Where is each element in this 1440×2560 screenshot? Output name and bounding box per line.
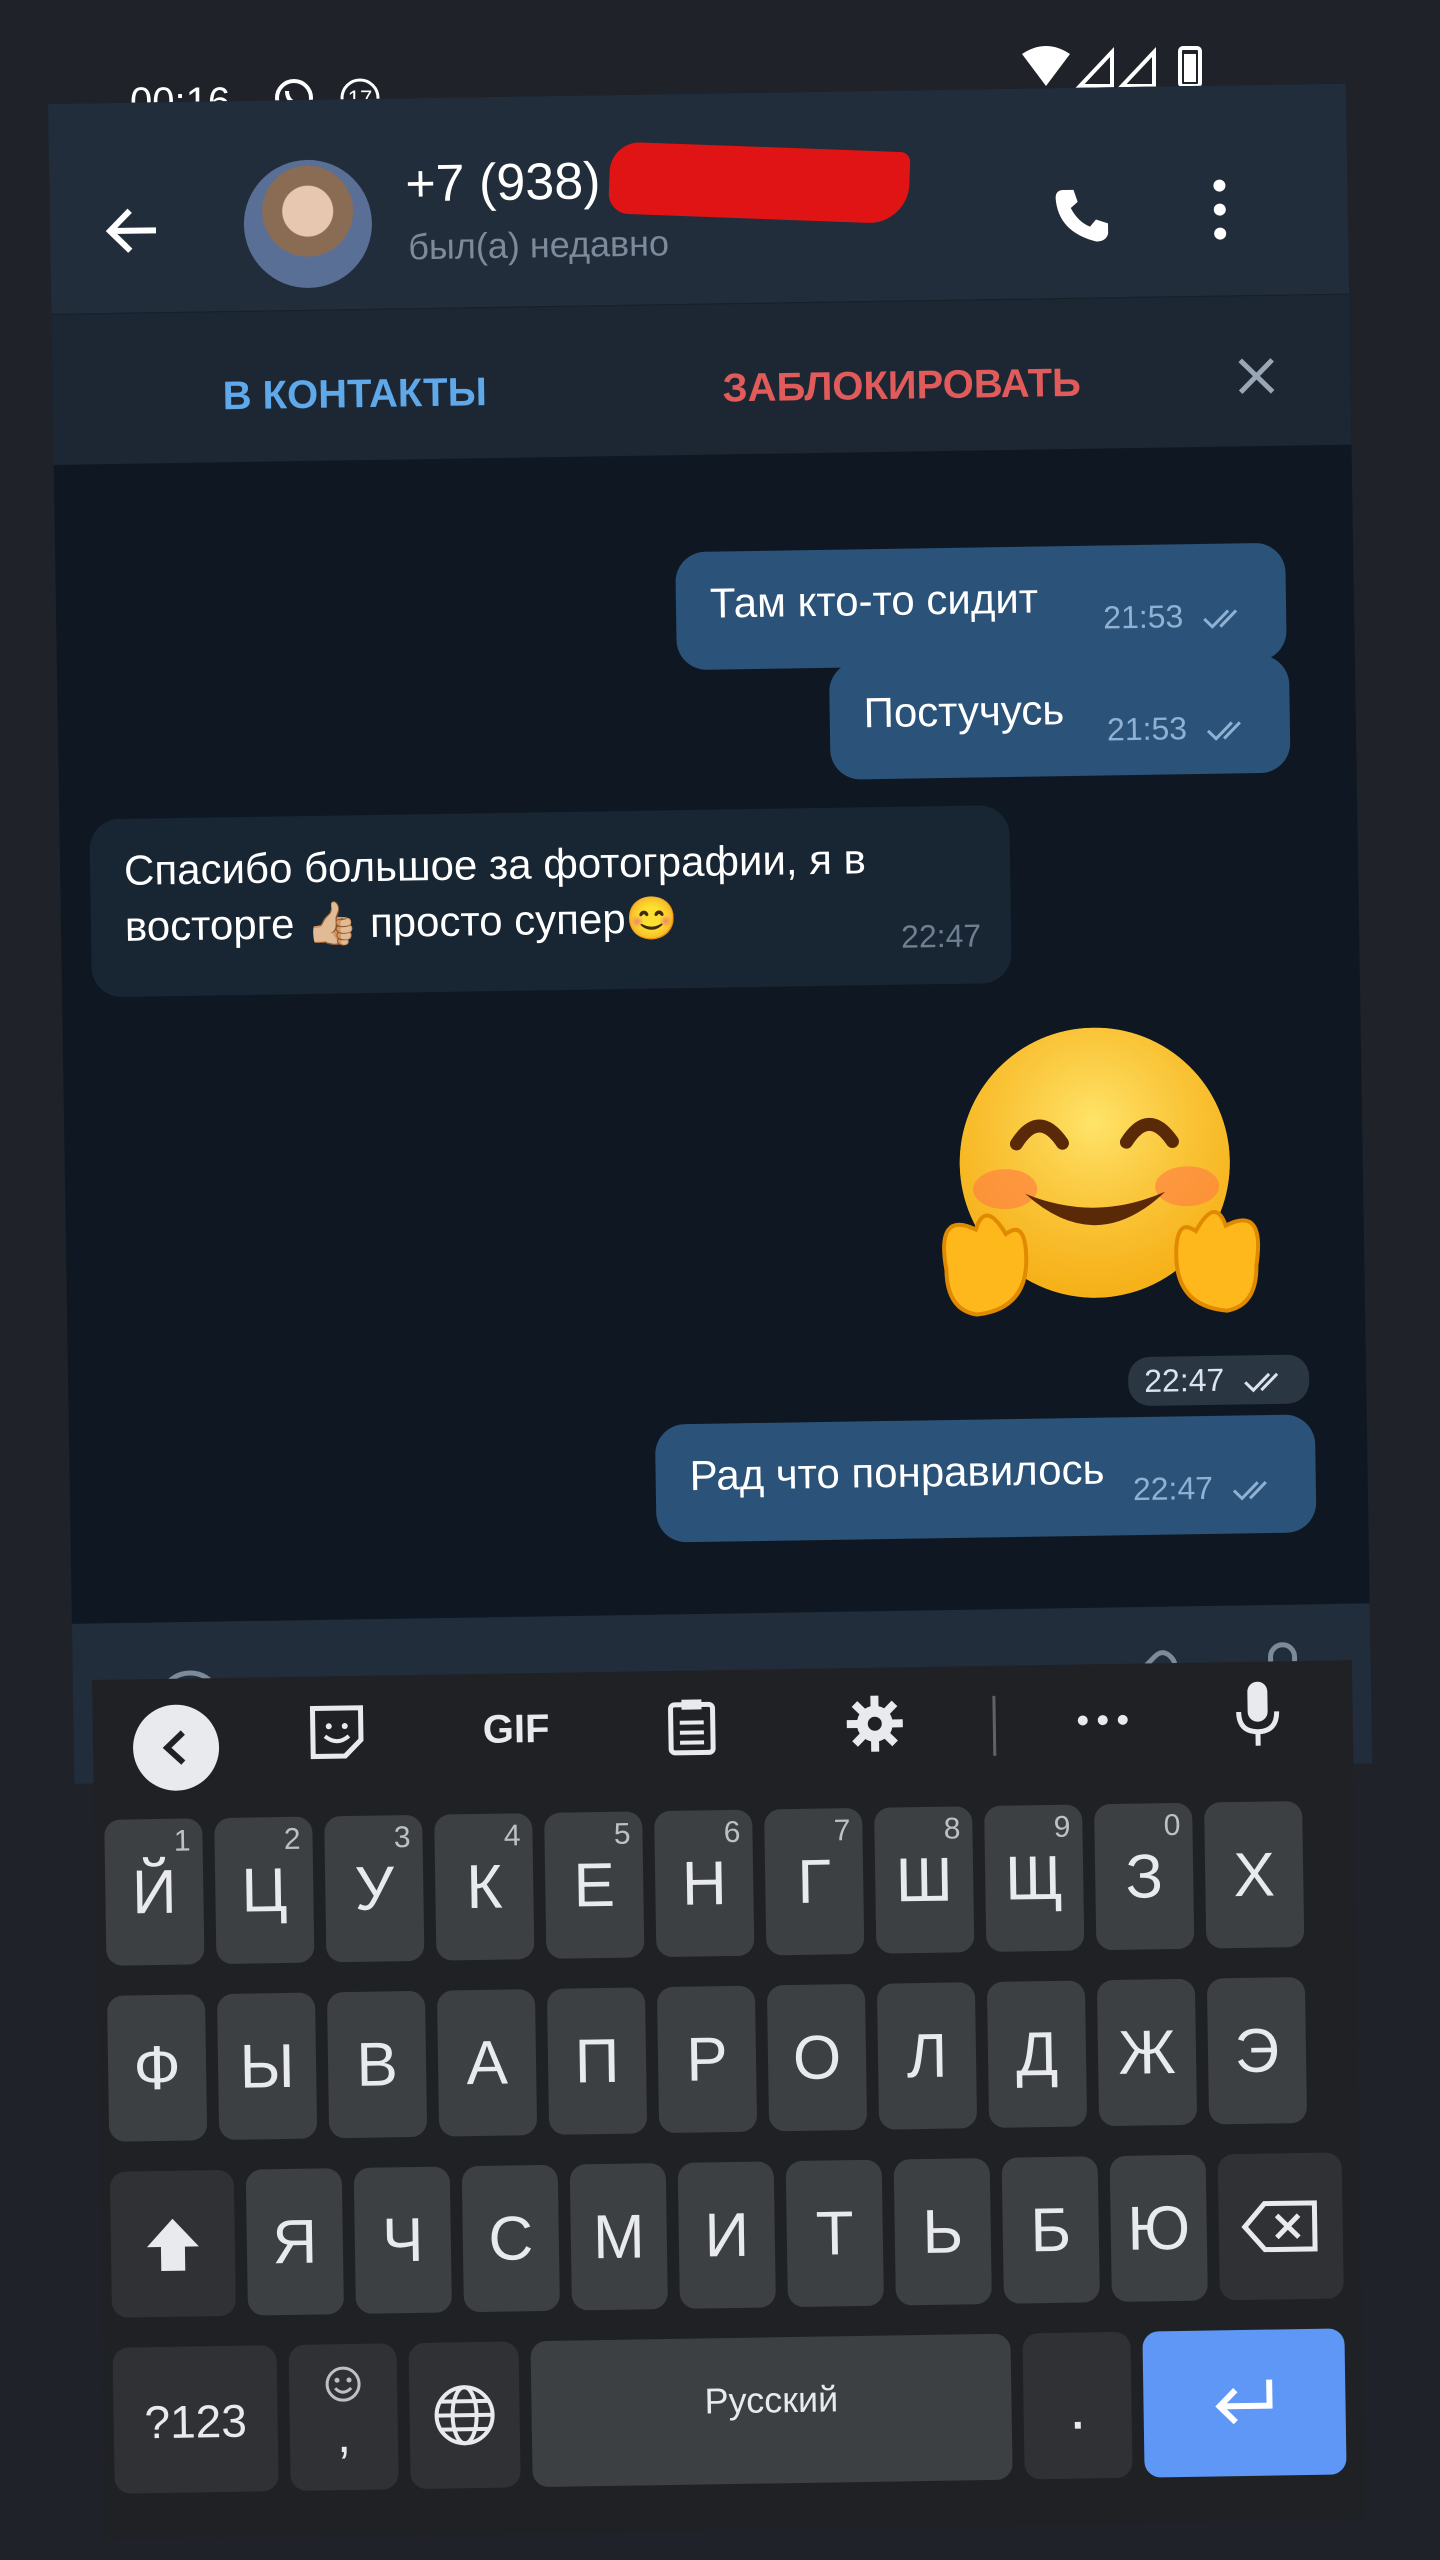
key[interactable]: 2Ц xyxy=(214,1816,315,1965)
more-options-icon[interactable] xyxy=(1209,177,1230,241)
key[interactable]: Я xyxy=(245,2168,344,2316)
message-bubble[interactable]: Там кто-то сидит 21:53 xyxy=(675,542,1287,671)
key[interactable]: Т xyxy=(785,2159,884,2308)
space-key[interactable]: Русский xyxy=(530,2333,1013,2488)
back-arrow-icon[interactable] xyxy=(102,200,163,261)
double-check-icon xyxy=(1203,608,1238,629)
enter-icon xyxy=(1215,2379,1273,2425)
double-check-icon xyxy=(1206,720,1241,741)
on-screen-keyboard: GIF 1Й 2Ц 3У 4К 5Е 6Н 7Г 8Ш 9Щ 0З Х Ф Ы … xyxy=(92,1660,1366,2540)
close-icon[interactable] xyxy=(1232,352,1281,401)
key[interactable]: Ь xyxy=(893,2157,992,2306)
sticker-icon[interactable] xyxy=(306,1702,367,1763)
enter-key[interactable] xyxy=(1142,2328,1347,2478)
key[interactable]: М xyxy=(569,2163,668,2311)
comma-emoji-key[interactable]: , xyxy=(288,2343,399,2491)
block-button[interactable]: ЗАБЛОКИРОВАТЬ xyxy=(722,361,1081,412)
message-bubble[interactable]: Постучусь 21:53 xyxy=(828,654,1291,780)
chat-header: +7 (938) был(а) недавно xyxy=(48,83,1350,314)
message-text: Рад что понравилось xyxy=(689,1445,1105,1500)
key[interactable]: 1Й xyxy=(104,1818,205,1966)
message-text-line2: восторге 👍🏼 просто супер😊 xyxy=(124,894,679,950)
message-time: 22:47 xyxy=(1132,1459,1282,1517)
message-list[interactable]: Там кто-то сидит 21:53 Постучусь 21:53 С… xyxy=(54,444,1370,1624)
key[interactable]: Ф xyxy=(106,1994,208,2142)
message-text: Там кто-то сидит xyxy=(709,574,1039,627)
message-time: 21:53 xyxy=(1107,699,1257,757)
message-time: 22:47 xyxy=(900,917,982,955)
avatar[interactable] xyxy=(242,158,373,289)
message-bubble[interactable]: Спасибо большое за фотографии, я в восто… xyxy=(89,804,1012,998)
settings-gear-icon[interactable] xyxy=(844,1693,905,1754)
key[interactable]: 8Ш xyxy=(874,1806,975,1954)
voice-input-icon[interactable] xyxy=(1232,1679,1283,1750)
key[interactable]: 3У xyxy=(324,1814,425,1963)
backspace-key[interactable] xyxy=(1217,2152,1344,2301)
key[interactable]: Х xyxy=(1204,1801,1305,1949)
globe-icon xyxy=(434,2385,495,2446)
message-time: 21:53 xyxy=(1103,587,1253,645)
key[interactable]: А xyxy=(436,1989,538,2137)
key[interactable]: О xyxy=(766,1983,868,2132)
add-to-contacts-button[interactable]: В КОНТАКТЫ xyxy=(222,370,487,419)
message-bubble[interactable]: Рад что понравилось 22:47 xyxy=(654,1414,1317,1543)
key[interactable]: И xyxy=(677,2161,776,2309)
phone-call-icon[interactable] xyxy=(1049,183,1114,248)
key[interactable]: Р xyxy=(656,1985,758,2134)
key[interactable]: 4К xyxy=(434,1813,535,1961)
key[interactable]: 5Е xyxy=(544,1811,645,1959)
key[interactable]: 0З xyxy=(1094,1802,1195,1951)
backspace-icon xyxy=(1241,2200,1318,2253)
chat-screen: +7 (938) был(а) недавно В КОНТАКТЫ ЗАБЛО… xyxy=(48,83,1373,1784)
keyboard-toolbar: GIF xyxy=(92,1660,1354,1793)
redaction-mark xyxy=(608,141,911,225)
key[interactable]: С xyxy=(461,2164,560,2313)
key[interactable]: 7Г xyxy=(764,1807,865,1956)
key[interactable]: В xyxy=(326,1990,428,2139)
gif-button[interactable]: GIF xyxy=(482,1707,550,1768)
key[interactable]: Ю xyxy=(1109,2154,1208,2303)
key[interactable]: 6Н xyxy=(654,1809,755,1958)
system-status-icons xyxy=(1022,46,1202,88)
double-check-icon xyxy=(1232,1480,1267,1501)
key[interactable]: Ч xyxy=(353,2166,452,2314)
unknown-contact-bar: В КОНТАКТЫ ЗАБЛОКИРОВАТЬ xyxy=(51,293,1352,465)
key[interactable]: Э xyxy=(1206,1976,1308,2125)
key[interactable]: Л xyxy=(876,1982,978,2130)
language-key[interactable] xyxy=(408,2341,521,2490)
double-check-icon xyxy=(1244,1372,1279,1392)
shift-icon xyxy=(146,2218,199,2271)
key[interactable]: Д xyxy=(986,1980,1088,2128)
symbols-key[interactable]: ?123 xyxy=(112,2345,279,2494)
chat-subtitle: был(а) недавно xyxy=(407,222,670,268)
emoji-small-icon xyxy=(325,2366,361,2402)
clipboard-icon[interactable] xyxy=(664,1696,719,1757)
toolbar-divider xyxy=(992,1695,997,1756)
chat-title[interactable]: +7 (938) xyxy=(405,151,601,214)
key[interactable]: Ы xyxy=(216,1992,318,2141)
period-key[interactable]: . xyxy=(1022,2331,1133,2480)
key[interactable]: 9Щ xyxy=(984,1804,1085,1952)
shift-key[interactable] xyxy=(109,2169,237,2318)
collapse-toolbar-icon[interactable] xyxy=(130,1702,221,1793)
key[interactable]: Ж xyxy=(1096,1978,1198,2127)
key[interactable]: П xyxy=(546,1987,648,2135)
sticker-time: 22:47 xyxy=(1127,1354,1310,1407)
message-text: Постучусь xyxy=(863,686,1065,737)
hugging-face-sticker[interactable] xyxy=(923,1025,1288,1351)
more-dots-icon[interactable] xyxy=(1072,1690,1133,1751)
key[interactable]: Б xyxy=(1001,2156,1100,2304)
